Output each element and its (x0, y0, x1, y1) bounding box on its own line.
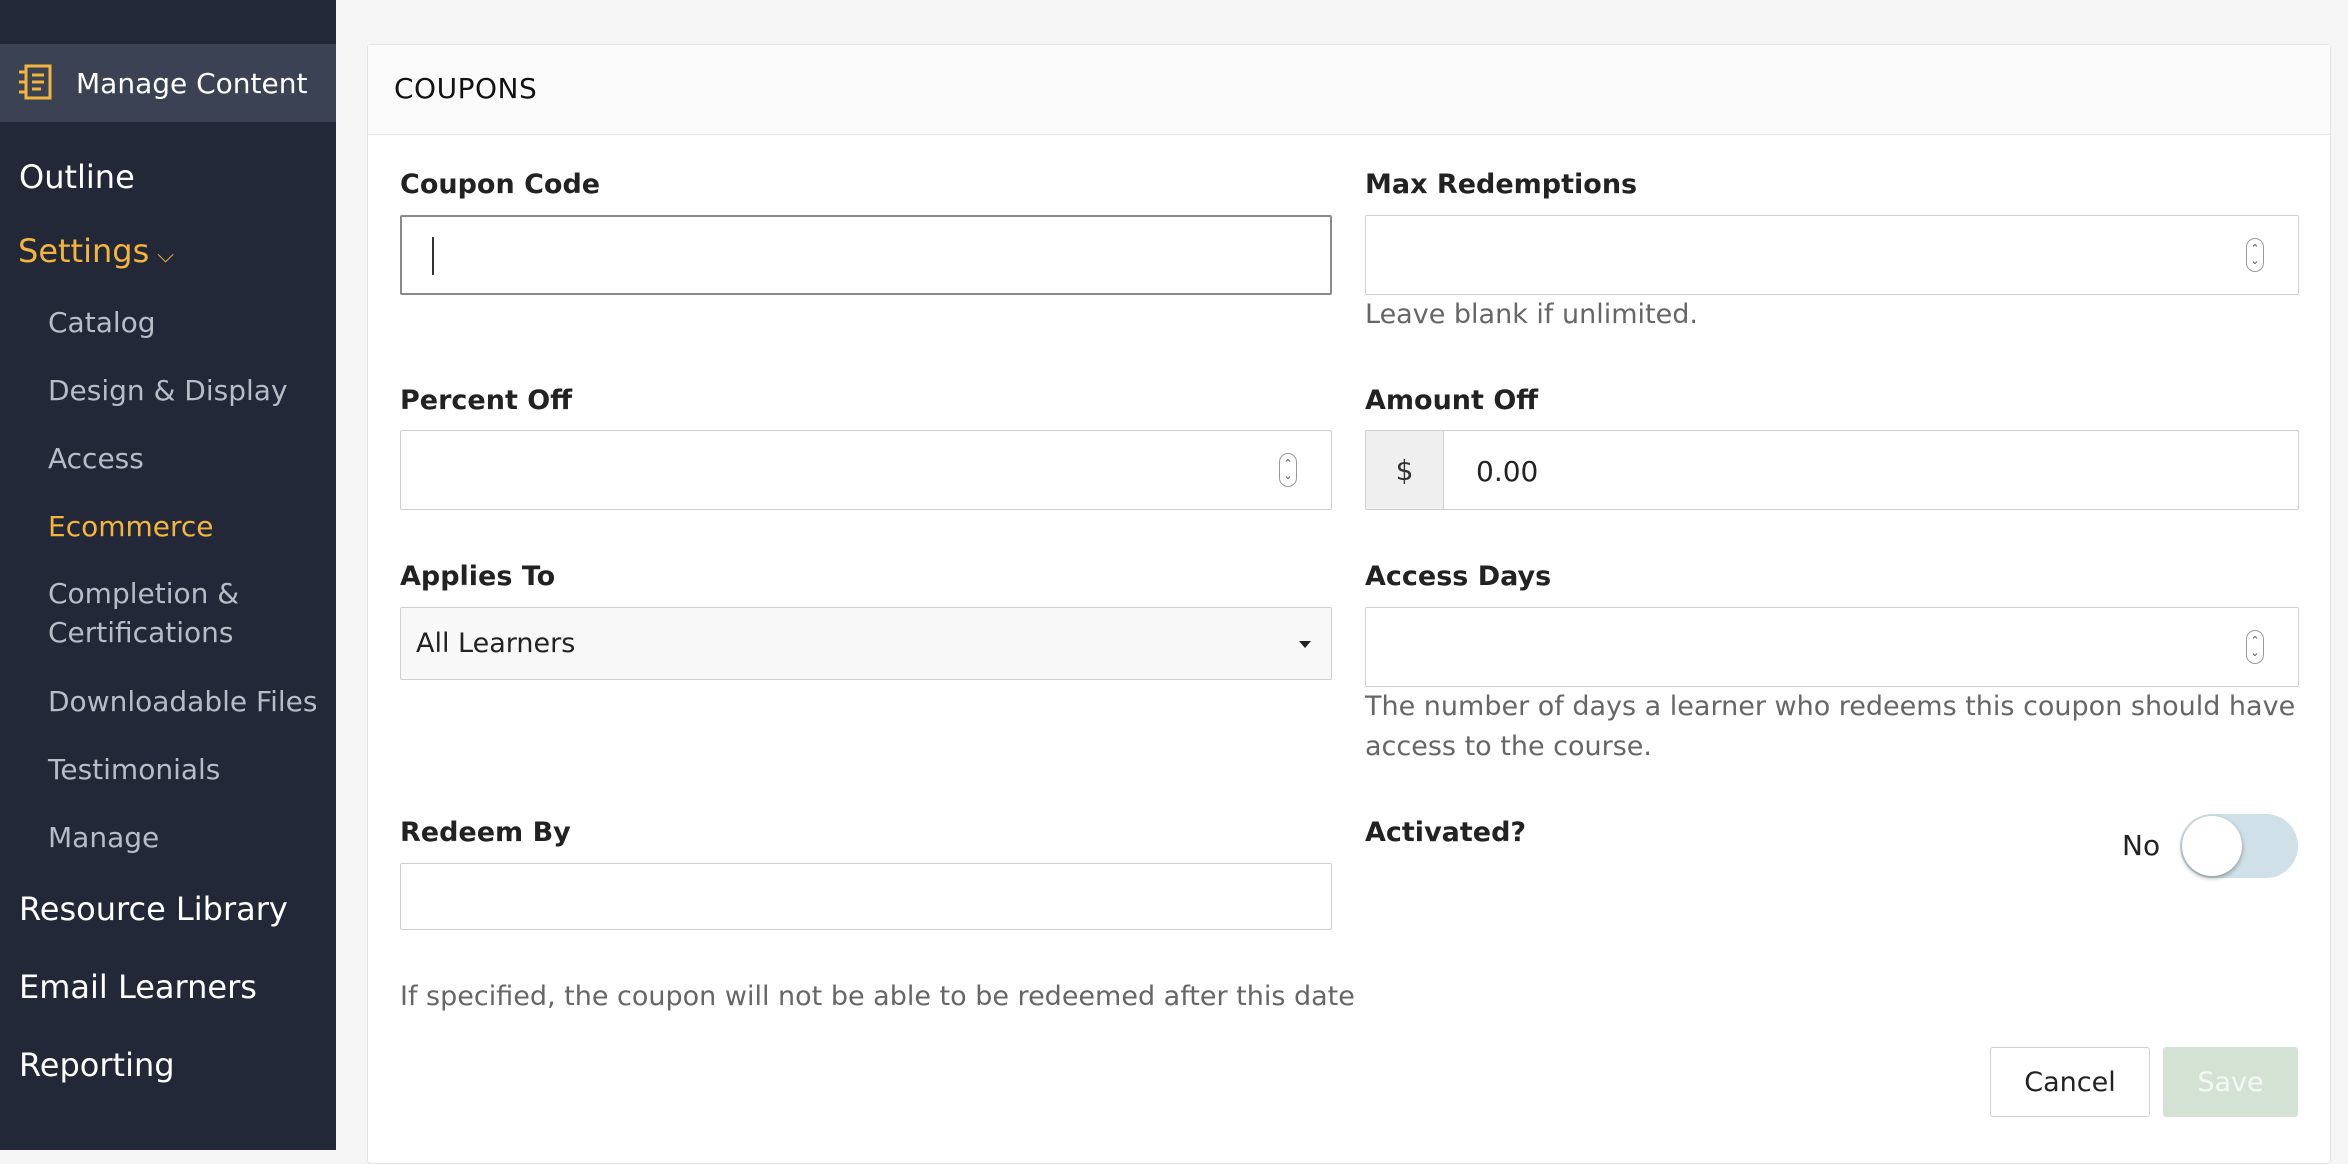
applies-to-select[interactable]: All Learners (400, 607, 1332, 680)
save-button[interactable]: Save (2163, 1047, 2298, 1117)
cancel-button[interactable]: Cancel (1990, 1047, 2150, 1117)
amount-off-field[interactable]: $ 0.00 (1365, 430, 2299, 510)
content-icon (19, 64, 52, 100)
number-spinner-icon[interactable]: ⌃ ⌄ (2246, 238, 2264, 272)
caret-down-icon (1299, 641, 1311, 648)
sidebar-subitem-ecommerce[interactable]: Ecommerce (48, 507, 214, 546)
max-redemptions-input[interactable] (1366, 216, 2298, 294)
coupon-code-label: Coupon Code (400, 169, 601, 200)
number-spinner-icon[interactable]: ⌃ ⌄ (1279, 453, 1297, 487)
sidebar-subitem-label: Completion & (48, 577, 240, 610)
sidebar-item-resource-library[interactable]: Resource Library (19, 890, 288, 928)
max-redemptions-label: Max Redemptions (1365, 169, 1638, 200)
access-days-help-line: access to the course. (1365, 731, 1652, 762)
sidebar-item-label: Manage Content (76, 66, 308, 100)
redeem-by-field[interactable] (400, 863, 1332, 930)
sidebar-subitem-access[interactable]: Access (48, 439, 144, 478)
sidebar-item-label: Resource Library (19, 890, 288, 928)
coupon-code-input[interactable] (402, 217, 1330, 293)
sidebar-subitem-completion-certifications[interactable]: Completion & Certifications (48, 574, 239, 652)
sidebar-subitem-label: Certifications (48, 616, 234, 649)
text-caret (432, 237, 434, 275)
currency-addon: $ (1366, 431, 1444, 509)
sidebar-item-label: Settings (18, 232, 150, 270)
sidebar: Manage Content Outline Settings ⌵ Catalog… (0, 0, 336, 1150)
sidebar-item-settings[interactable]: Settings ⌵ (18, 232, 174, 270)
sidebar-subitem-design-display[interactable]: Design & Display (48, 371, 288, 410)
coupon-form-card: COUPONS Coupon Code Max Redemptions ⌃ ⌄ L… (367, 44, 2331, 1164)
applies-to-label: Applies To (400, 561, 556, 592)
access-days-help-line: The number of days a learner who redeems… (1365, 691, 2296, 722)
redeem-by-input[interactable] (401, 864, 1331, 929)
redeem-by-help: If specified, the coupon will not be abl… (400, 981, 1355, 1012)
percent-off-input[interactable] (401, 431, 1331, 509)
sidebar-item-label: Email Learners (19, 968, 257, 1006)
number-spinner-icon[interactable]: ⌃ ⌄ (2246, 630, 2264, 664)
access-days-label: Access Days (1365, 561, 1552, 592)
sidebar-subitem-catalog[interactable]: Catalog (48, 303, 156, 342)
coupon-code-field[interactable] (400, 215, 1332, 295)
sidebar-item-label: Outline (19, 158, 135, 196)
percent-off-field[interactable]: ⌃ ⌄ (400, 430, 1332, 510)
max-redemptions-help: Leave blank if unlimited. (1365, 299, 1698, 330)
redeem-by-label: Redeem By (400, 817, 571, 848)
activated-toggle[interactable] (2180, 814, 2298, 878)
sidebar-item-manage-content[interactable]: Manage Content (0, 44, 336, 122)
card-header: COUPONS (368, 45, 2330, 135)
activated-state-label: No (2122, 829, 2161, 862)
applies-to-selected-value: All Learners (416, 628, 576, 659)
sidebar-item-reporting[interactable]: Reporting (19, 1046, 175, 1084)
sidebar-item-email-learners[interactable]: Email Learners (19, 968, 257, 1006)
sidebar-subitem-testimonials[interactable]: Testimonials (48, 750, 220, 789)
access-days-field[interactable]: ⌃ ⌄ (1365, 607, 2299, 687)
toggle-knob (2182, 816, 2242, 876)
sidebar-subitem-downloadable-files[interactable]: Downloadable Files (48, 682, 317, 721)
max-redemptions-field[interactable]: ⌃ ⌄ (1365, 215, 2299, 295)
amount-off-label: Amount Off (1365, 385, 1539, 416)
percent-off-label: Percent Off (400, 385, 573, 416)
page-title: COUPONS (394, 72, 538, 105)
activated-label: Activated? (1365, 817, 1527, 848)
sidebar-item-outline[interactable]: Outline (19, 158, 135, 196)
sidebar-item-label: Reporting (19, 1046, 175, 1084)
access-days-help: The number of days a learner who redeems… (1365, 687, 2299, 767)
access-days-input[interactable] (1366, 608, 2298, 686)
sidebar-subitem-manage[interactable]: Manage (48, 818, 159, 857)
chevron-down-icon: ⌵ (157, 243, 174, 268)
amount-off-input[interactable]: 0.00 (1476, 455, 1538, 488)
